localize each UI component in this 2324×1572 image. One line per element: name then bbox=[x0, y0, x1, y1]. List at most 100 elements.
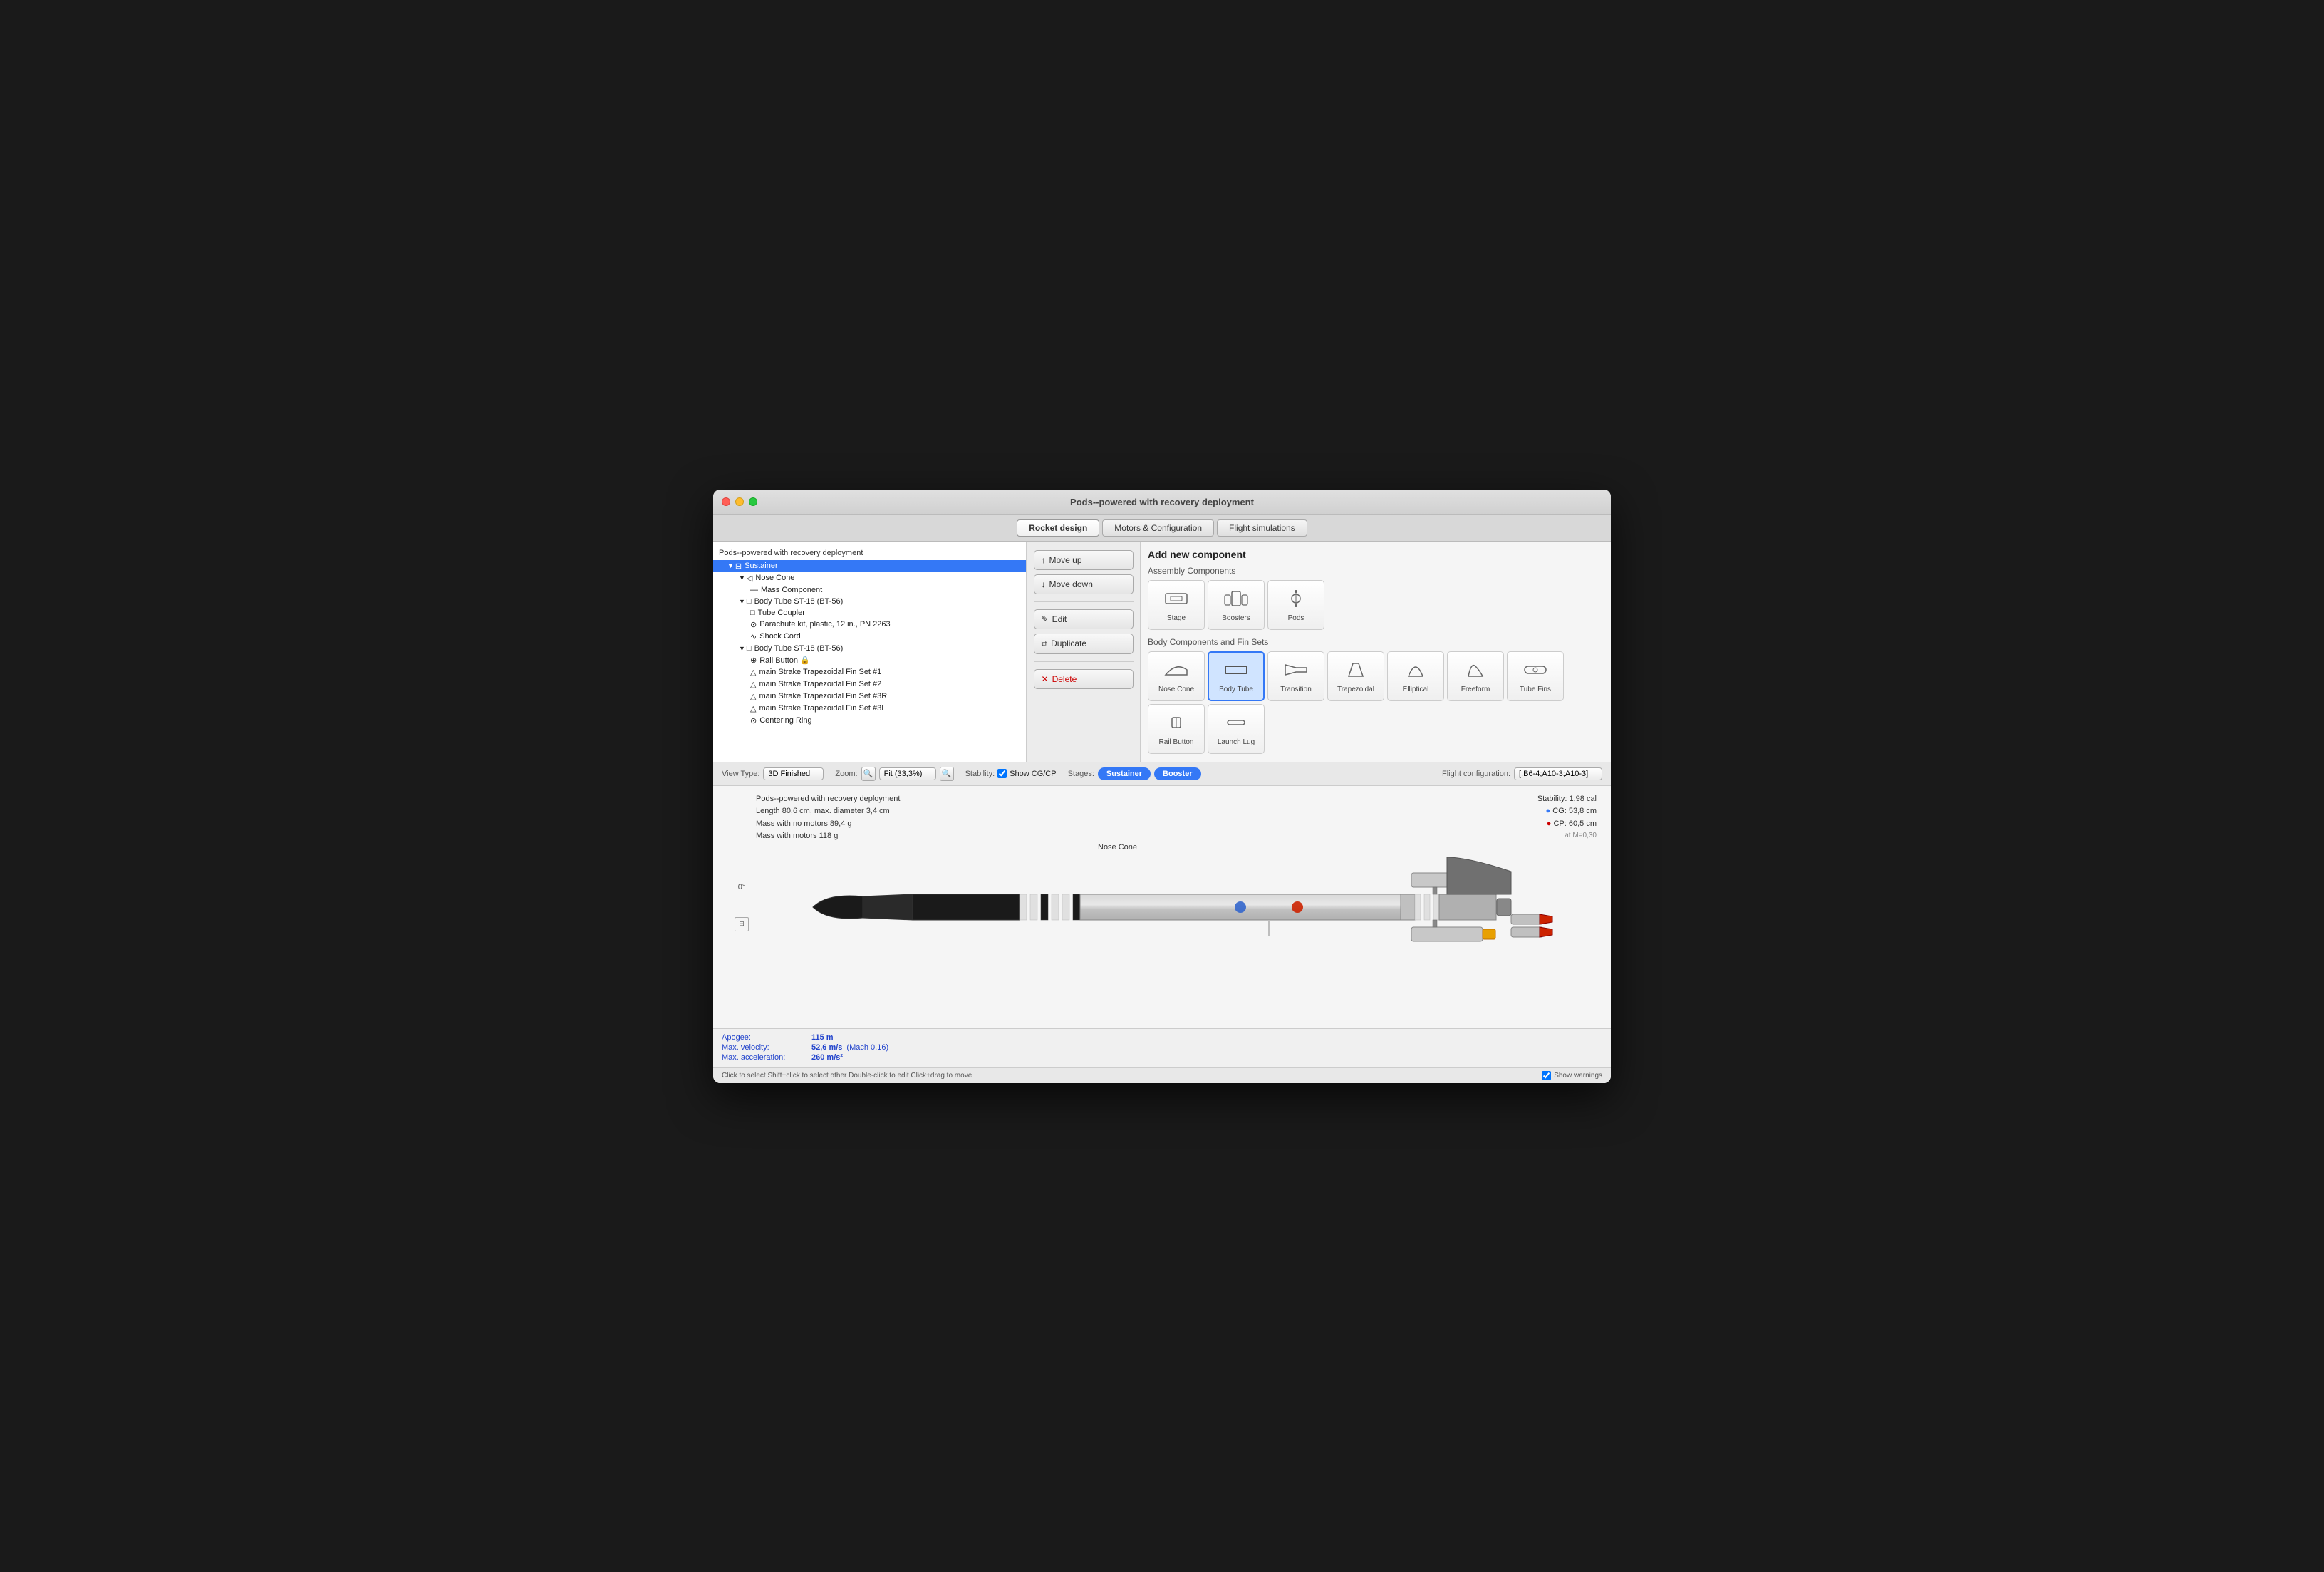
velocity-row: Max. velocity: 52,6 m/s (Mach 0,16) bbox=[722, 1043, 1602, 1052]
boosters-label: Boosters bbox=[1222, 614, 1250, 622]
picker-pods[interactable]: Pods bbox=[1267, 580, 1324, 630]
fin-1-icon: △ bbox=[750, 668, 756, 677]
tree-item-sustainer-label: Sustainer bbox=[745, 562, 777, 570]
minimize-button[interactable] bbox=[735, 497, 744, 506]
picker-tube-fins[interactable]: Tube Fins bbox=[1507, 651, 1564, 701]
tree-item-rail-button[interactable]: ⊕ Rail Button 🔒 bbox=[713, 654, 1026, 666]
flight-config-label: Flight configuration: bbox=[1442, 770, 1510, 778]
tree-item-mass-component[interactable]: — Mass Component bbox=[713, 584, 1026, 596]
tree-item-tube-coupler-label: Tube Coupler bbox=[758, 609, 805, 617]
rail-button-picker-icon bbox=[1162, 712, 1190, 736]
booster-stage-button[interactable]: Booster bbox=[1154, 767, 1201, 780]
tab-flight-sims[interactable]: Flight simulations bbox=[1217, 519, 1307, 537]
show-cgcp-label: Show CG/CP bbox=[1010, 770, 1056, 778]
body-tube-picker-icon bbox=[1222, 659, 1250, 683]
boosters-icon bbox=[1222, 588, 1250, 612]
assembly-grid: Stage Boosters bbox=[1148, 580, 1604, 630]
launch-lug-picker-icon bbox=[1222, 712, 1250, 736]
nose-cone-picker-label: Nose Cone bbox=[1158, 686, 1194, 693]
component-tree[interactable]: Pods--powered with recovery deployment ▼… bbox=[713, 542, 1027, 762]
cp-dot: ● bbox=[1547, 819, 1554, 828]
sustainer-stage-button[interactable]: Sustainer bbox=[1098, 767, 1151, 780]
rail-button-icon: ⊕ bbox=[750, 656, 757, 665]
zoom-in-button[interactable]: 🔍 bbox=[940, 767, 954, 781]
view-type-group: View Type: 3D Finished bbox=[722, 767, 824, 780]
tree-item-tube-coupler[interactable]: □ Tube Coupler bbox=[713, 607, 1026, 619]
show-cgcp-checkbox[interactable] bbox=[997, 769, 1007, 778]
transition-picker-label: Transition bbox=[1280, 686, 1312, 693]
tree-item-fin-3r-label: main Strake Trapezoidal Fin Set #3R bbox=[759, 692, 887, 700]
picker-launch-lug[interactable]: Launch Lug bbox=[1208, 704, 1265, 754]
velocity-extra: (Mach 0,16) bbox=[846, 1043, 888, 1052]
picker-rail-button[interactable]: Rail Button bbox=[1148, 704, 1205, 754]
accel-value: 260 m/s² bbox=[811, 1053, 843, 1062]
main-window: Pods--powered with recovery deployment R… bbox=[713, 490, 1611, 1083]
expand-icon-bt2: ▼ bbox=[739, 645, 745, 652]
view-controls: View Type: 3D Finished Zoom: 🔍 Fit (33,3… bbox=[713, 762, 1611, 786]
view-type-label: View Type: bbox=[722, 770, 759, 778]
flight-config-select[interactable]: [:B6-4;A10-3;A10-3] bbox=[1514, 767, 1602, 780]
tree-item-centering-ring[interactable]: ⊙ Centering Ring bbox=[713, 715, 1026, 727]
component-picker: Add new component Assembly Components St… bbox=[1141, 542, 1611, 762]
zoom-out-button[interactable]: 🔍 bbox=[861, 767, 876, 781]
delete-button[interactable]: ✕ Delete bbox=[1034, 669, 1134, 689]
cg-marker bbox=[1235, 901, 1246, 913]
tree-item-nose-cone[interactable]: ▼ ◁ Nose Cone bbox=[713, 572, 1026, 584]
edit-button[interactable]: ✎ Edit bbox=[1034, 609, 1134, 629]
tree-item-mass-component-label: Mass Component bbox=[761, 586, 822, 594]
picker-body-tube[interactable]: Body Tube bbox=[1208, 651, 1265, 701]
rocket-length: Length 80,6 cm, max. diameter 3,4 cm bbox=[756, 805, 900, 818]
move-down-icon: ↓ bbox=[1042, 579, 1046, 589]
tree-item-parachute[interactable]: ⊙ Parachute kit, plastic, 12 in., PN 226… bbox=[713, 619, 1026, 631]
tree-item-fin-1[interactable]: △ main Strake Trapezoidal Fin Set #1 bbox=[713, 666, 1026, 678]
duplicate-button[interactable]: ⧉ Duplicate bbox=[1034, 634, 1134, 654]
tab-rocket-design[interactable]: Rocket design bbox=[1017, 519, 1099, 537]
stats-bar: Apogee: 115 m Max. velocity: 52,6 m/s (M… bbox=[713, 1028, 1611, 1067]
trapezoidal-picker-label: Trapezoidal bbox=[1337, 686, 1374, 693]
picker-stage[interactable]: Stage bbox=[1148, 580, 1205, 630]
zoom-select[interactable]: Fit (33,3%) bbox=[879, 767, 936, 780]
picker-transition[interactable]: Transition bbox=[1267, 651, 1324, 701]
picker-nose-cone[interactable]: Nose Cone bbox=[1148, 651, 1205, 701]
picker-elliptical[interactable]: Elliptical bbox=[1387, 651, 1444, 701]
tree-item-nose-cone-label: Nose Cone bbox=[755, 574, 794, 582]
fin-2-icon: △ bbox=[750, 680, 756, 689]
view-type-select[interactable]: 3D Finished bbox=[763, 767, 824, 780]
traffic-lights bbox=[722, 497, 757, 506]
angle-box: ⊟ bbox=[735, 917, 749, 931]
assembly-section-title: Assembly Components bbox=[1148, 566, 1604, 576]
angle-indicator: 0° ⊟ bbox=[735, 883, 749, 931]
maximize-button[interactable] bbox=[749, 497, 757, 506]
tree-item-fin-3r[interactable]: △ main Strake Trapezoidal Fin Set #3R bbox=[713, 691, 1026, 703]
tree-item-fin-2[interactable]: △ main Strake Trapezoidal Fin Set #2 bbox=[713, 678, 1026, 691]
expand-icon-nose: ▼ bbox=[739, 574, 745, 581]
picker-trapezoidal[interactable]: Trapezoidal bbox=[1327, 651, 1384, 701]
elliptical-picker-icon bbox=[1401, 659, 1430, 683]
tree-item-fin-3l[interactable]: △ main Strake Trapezoidal Fin Set #3L bbox=[713, 703, 1026, 715]
tree-item-shock-cord[interactable]: ∿ Shock Cord bbox=[713, 631, 1026, 643]
expand-icon-bt1: ▼ bbox=[739, 598, 745, 605]
elliptical-picker-label: Elliptical bbox=[1403, 686, 1429, 693]
angle-value: 0° bbox=[738, 883, 746, 891]
stability-label: Stability: bbox=[965, 770, 995, 778]
show-warnings-checkbox[interactable] bbox=[1542, 1071, 1551, 1080]
move-up-button[interactable]: ↑ Move up bbox=[1034, 550, 1134, 570]
tree-item-parachute-label: Parachute kit, plastic, 12 in., PN 2263 bbox=[759, 620, 890, 629]
move-down-button[interactable]: ↓ Move down bbox=[1034, 574, 1134, 594]
tab-motors-config[interactable]: Motors & Configuration bbox=[1102, 519, 1214, 537]
freeform-picker-icon bbox=[1461, 659, 1490, 683]
actions-panel: ↑ Move up ↓ Move down ✎ Edit ⧉ Duplicate… bbox=[1027, 542, 1141, 762]
picker-boosters[interactable]: Boosters bbox=[1208, 580, 1265, 630]
tree-item-body-tube-1[interactable]: ▼ □ Body Tube ST-18 (BT-56) bbox=[713, 596, 1026, 607]
tree-item-sustainer[interactable]: ▼ ⊟ Sustainer bbox=[713, 560, 1026, 572]
tree-item-body-tube-2[interactable]: ▼ □ Body Tube ST-18 (BT-56) bbox=[713, 643, 1026, 654]
close-button[interactable] bbox=[722, 497, 730, 506]
launch-lug-picker-label: Launch Lug bbox=[1218, 738, 1255, 746]
rocket-info-top: Pods--powered with recovery deployment L… bbox=[756, 793, 900, 843]
rail-button-picker-label: Rail Button bbox=[1159, 738, 1194, 746]
zoom-in-icon: 🔍 bbox=[942, 769, 952, 778]
rocket-svg bbox=[770, 843, 1554, 971]
picker-freeform[interactable]: Freeform bbox=[1447, 651, 1504, 701]
toolbar: Rocket design Motors & Configuration Fli… bbox=[713, 515, 1611, 542]
show-warnings-group: Show warnings bbox=[1542, 1071, 1602, 1080]
